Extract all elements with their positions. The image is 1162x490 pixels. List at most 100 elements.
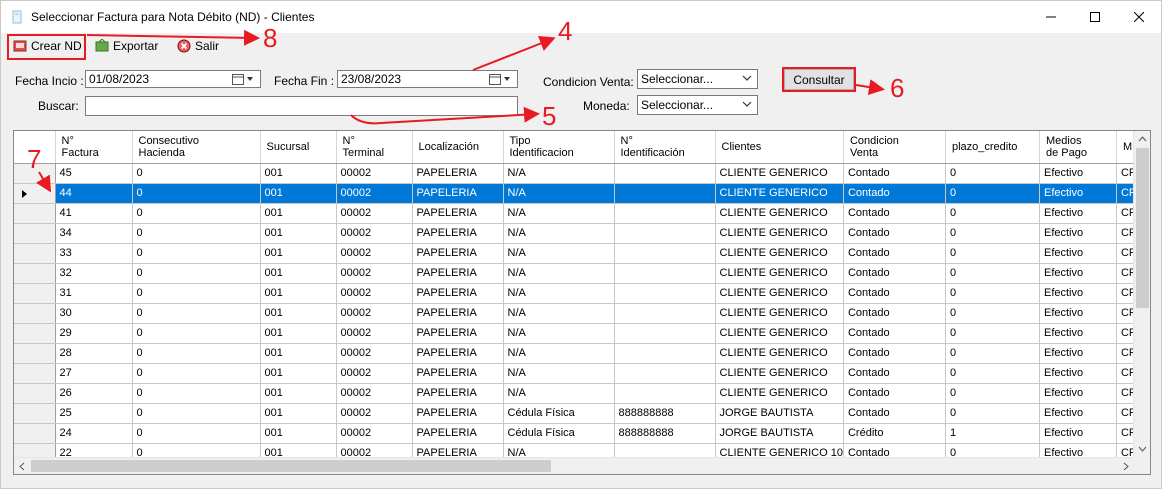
table-cell[interactable]: 001 bbox=[260, 163, 337, 184]
maximize-button[interactable] bbox=[1072, 1, 1118, 33]
table-cell[interactable] bbox=[614, 183, 716, 204]
table-cell[interactable]: Efectivo bbox=[1039, 243, 1117, 264]
table-cell[interactable]: 00002 bbox=[336, 423, 413, 444]
table-cell[interactable]: Efectivo bbox=[1039, 283, 1117, 304]
table-cell[interactable]: 00002 bbox=[336, 363, 413, 384]
table-cell[interactable]: 0 bbox=[132, 243, 261, 264]
table-cell[interactable]: Efectivo bbox=[1039, 263, 1117, 284]
table-cell[interactable]: Efectivo bbox=[1039, 423, 1117, 444]
condicion-venta-select[interactable]: Seleccionar... bbox=[637, 69, 758, 89]
table-cell[interactable] bbox=[614, 163, 716, 184]
row-header[interactable] bbox=[14, 383, 56, 404]
fecha-fin-picker[interactable]: 23/08/2023 bbox=[337, 70, 518, 88]
table-cell[interactable]: 0 bbox=[945, 183, 1040, 204]
table-cell[interactable]: 24 bbox=[55, 423, 133, 444]
table-cell[interactable]: 0 bbox=[945, 263, 1040, 284]
table-cell[interactable]: PAPELERIA bbox=[412, 383, 504, 404]
table-cell[interactable]: 41 bbox=[55, 203, 133, 224]
table-cell[interactable]: PAPELERIA bbox=[412, 183, 504, 204]
table-cell[interactable]: N/A bbox=[503, 343, 615, 364]
table-cell[interactable]: 0 bbox=[132, 183, 261, 204]
table-cell[interactable]: 001 bbox=[260, 323, 337, 344]
table-cell[interactable]: 34 bbox=[55, 223, 133, 244]
table-cell[interactable]: 0 bbox=[132, 403, 261, 424]
table-cell[interactable]: 45 bbox=[55, 163, 133, 184]
invoice-grid[interactable]: N° Factura Consecutivo Hacienda Sucursal… bbox=[13, 130, 1151, 475]
table-cell[interactable]: 0 bbox=[945, 303, 1040, 324]
table-cell[interactable]: 0 bbox=[132, 303, 261, 324]
table-cell[interactable]: 001 bbox=[260, 303, 337, 324]
table-row[interactable]: 26 0 001 00002 PAPELERIA N/A CLIENTE GENERICO C… bbox=[14, 383, 1138, 404]
table-cell[interactable]: N/A bbox=[503, 323, 615, 344]
table-row[interactable]: 31 0 001 00002 PAPELERIA N/A CLIENTE GENERICO C… bbox=[14, 283, 1138, 304]
table-cell[interactable]: Contado bbox=[843, 303, 946, 324]
table-cell[interactable]: Contado bbox=[843, 223, 946, 244]
table-cell[interactable]: PAPELERIA bbox=[412, 343, 504, 364]
table-cell[interactable]: N/A bbox=[503, 223, 615, 244]
horizontal-scrollbar[interactable] bbox=[14, 457, 1134, 474]
table-cell[interactable]: Cédula Física bbox=[503, 403, 615, 424]
table-cell[interactable]: 0 bbox=[945, 323, 1040, 344]
table-cell[interactable]: 001 bbox=[260, 363, 337, 384]
column-header[interactable]: Medios de Pago bbox=[1039, 131, 1117, 164]
table-cell[interactable] bbox=[614, 263, 716, 284]
table-cell[interactable]: PAPELERIA bbox=[412, 203, 504, 224]
table-row[interactable]: 33 0 001 00002 PAPELERIA N/A CLIENTE GENERICO C… bbox=[14, 243, 1138, 264]
row-header[interactable] bbox=[14, 403, 56, 424]
table-cell[interactable]: N/A bbox=[503, 163, 615, 184]
table-cell[interactable]: 001 bbox=[260, 403, 337, 424]
table-cell[interactable]: N/A bbox=[503, 383, 615, 404]
table-cell[interactable]: 0 bbox=[132, 163, 261, 184]
table-cell[interactable]: 0 bbox=[945, 383, 1040, 404]
table-cell[interactable]: N/A bbox=[503, 263, 615, 284]
table-cell[interactable]: 0 bbox=[945, 223, 1040, 244]
table-cell[interactable]: CLIENTE GENERICO bbox=[715, 163, 844, 184]
table-row[interactable]: 28 0 001 00002 PAPELERIA N/A CLIENTE GENERICO C… bbox=[14, 343, 1138, 364]
table-cell[interactable] bbox=[614, 383, 716, 404]
table-cell[interactable]: 00002 bbox=[336, 283, 413, 304]
minimize-button[interactable] bbox=[1028, 1, 1074, 33]
table-cell[interactable]: Efectivo bbox=[1039, 363, 1117, 384]
row-header[interactable] bbox=[14, 363, 56, 384]
table-cell[interactable] bbox=[614, 363, 716, 384]
table-cell[interactable]: 0 bbox=[945, 243, 1040, 264]
table-cell[interactable]: 00002 bbox=[336, 223, 413, 244]
table-cell[interactable]: Contado bbox=[843, 203, 946, 224]
table-cell[interactable]: JORGE BAUTISTA bbox=[715, 403, 844, 424]
table-cell[interactable]: 00002 bbox=[336, 343, 413, 364]
table-cell[interactable]: Contado bbox=[843, 183, 946, 204]
table-cell[interactable]: 0 bbox=[945, 343, 1040, 364]
table-cell[interactable]: PAPELERIA bbox=[412, 423, 504, 444]
table-cell[interactable]: N/A bbox=[503, 303, 615, 324]
vertical-scrollbar[interactable] bbox=[1133, 131, 1150, 457]
table-cell[interactable]: CLIENTE GENERICO bbox=[715, 303, 844, 324]
table-cell[interactable]: 28 bbox=[55, 343, 133, 364]
table-cell[interactable]: 0 bbox=[132, 343, 261, 364]
table-cell[interactable]: 0 bbox=[132, 223, 261, 244]
table-row[interactable]: 30 0 001 00002 PAPELERIA N/A CLIENTE GENERICO C… bbox=[14, 303, 1138, 324]
column-header[interactable]: Localización bbox=[412, 131, 504, 164]
table-row[interactable]: 41 0 001 00002 PAPELERIA N/A CLIENTE GENERICO C… bbox=[14, 203, 1138, 224]
close-window-button[interactable] bbox=[1116, 1, 1162, 33]
table-cell[interactable]: 00002 bbox=[336, 243, 413, 264]
table-cell[interactable]: 31 bbox=[55, 283, 133, 304]
table-cell[interactable]: 0 bbox=[945, 283, 1040, 304]
column-header[interactable]: Clientes bbox=[715, 131, 844, 164]
table-cell[interactable] bbox=[614, 223, 716, 244]
table-cell[interactable]: 001 bbox=[260, 423, 337, 444]
table-cell[interactable]: PAPELERIA bbox=[412, 243, 504, 264]
column-header[interactable]: Sucursal bbox=[260, 131, 337, 164]
row-header[interactable] bbox=[14, 303, 56, 324]
table-cell[interactable]: Efectivo bbox=[1039, 383, 1117, 404]
row-header[interactable] bbox=[14, 323, 56, 344]
vertical-scroll-thumb[interactable] bbox=[1136, 148, 1149, 308]
table-cell[interactable]: Efectivo bbox=[1039, 163, 1117, 184]
table-cell[interactable] bbox=[614, 323, 716, 344]
table-cell[interactable]: PAPELERIA bbox=[412, 223, 504, 244]
column-header[interactable]: N° Identificación bbox=[614, 131, 716, 164]
table-cell[interactable]: CLIENTE GENERICO bbox=[715, 243, 844, 264]
table-cell[interactable] bbox=[614, 203, 716, 224]
table-cell[interactable]: 00002 bbox=[336, 323, 413, 344]
table-cell[interactable]: PAPELERIA bbox=[412, 323, 504, 344]
table-cell[interactable]: Efectivo bbox=[1039, 343, 1117, 364]
